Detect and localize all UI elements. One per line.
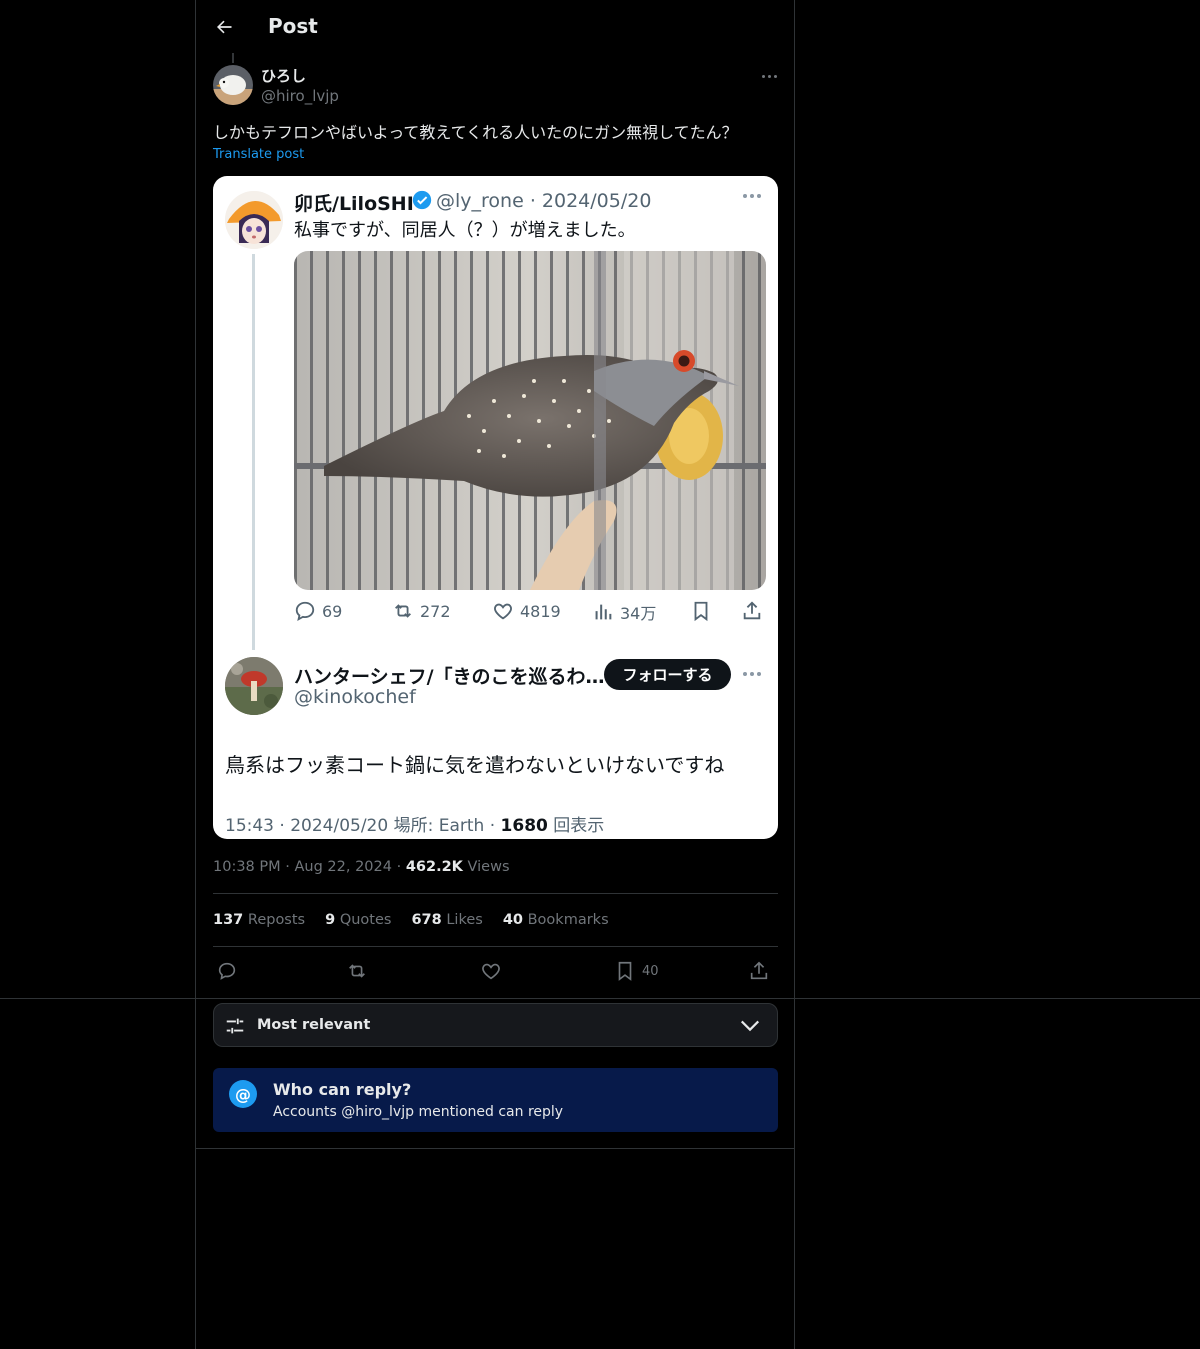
translate-post-link[interactable]: Translate post: [213, 147, 304, 162]
chevron-down-icon: [740, 1020, 760, 1032]
follow-button-image: フォローする: [604, 659, 731, 690]
divider: [0, 998, 1200, 999]
verified-badge-icon: [412, 190, 432, 210]
heart-icon: [482, 963, 500, 980]
author-name[interactable]: ひろし: [261, 65, 306, 86]
quoted-likes-count: 4819: [520, 601, 561, 621]
share-icon: [743, 601, 761, 620]
page-title: Post: [268, 14, 318, 38]
post-text: しかもテフロンやばいよって教えてくれる人いたのにガン無視してたん？: [213, 123, 738, 142]
action-bar: 40: [213, 958, 778, 984]
likes-label: Likes: [446, 912, 483, 928]
likes-count: 678: [411, 912, 442, 928]
likes-stat[interactable]: 678 Likes: [411, 912, 482, 928]
bookmark-count: 40: [642, 963, 659, 979]
quoted-views: 34万: [592, 600, 656, 624]
author-handle[interactable]: @hiro_lvjp: [261, 87, 339, 105]
quotes-stat[interactable]: 9 Quotes: [325, 912, 391, 928]
quotes-count: 9: [325, 912, 336, 928]
reply-sort-dropdown[interactable]: Most relevant: [213, 1003, 778, 1047]
more-dot: [761, 74, 765, 78]
bookmark-button[interactable]: 40: [614, 958, 659, 984]
bookmarks-stat[interactable]: 40 Bookmarks: [503, 912, 609, 928]
reply-author-name: ハンターシェフ/「きのこを巡るわ…: [294, 666, 605, 688]
repost-icon: [395, 604, 411, 618]
more-dot: [773, 74, 777, 78]
post-time[interactable]: 10:38 PM: [213, 859, 281, 875]
reposts-label: Reposts: [247, 912, 306, 928]
views-count: 462.2K: [405, 859, 463, 875]
bookmarks-label: Bookmarks: [527, 912, 609, 928]
back-button[interactable]: [208, 11, 240, 43]
quoted-bookmark: [690, 600, 712, 622]
reply-text: 鳥系はフッ素コート鍋に気を遣わないといけないですね: [225, 753, 725, 777]
who-can-reply-title: Who can reply?: [273, 1080, 412, 1099]
reply-avatar: [225, 657, 283, 715]
quoted-replies-count: 69: [322, 601, 343, 621]
quoted-text: 私事ですが、同居人（？）が増えました。: [294, 220, 636, 241]
post-timestamp: 10:38 PM · Aug 22, 2024 · 462.2K Views: [213, 859, 510, 875]
reply-icon: [295, 601, 315, 622]
reply-meta-prefix: 15:43 · 2024/05/20 場所: Earth ·: [225, 816, 501, 836]
who-can-reply-notice: @ Who can reply? Accounts @hiro_lvjp men…: [213, 1068, 778, 1132]
reposts-stat[interactable]: 137 Reposts: [213, 912, 305, 928]
quoted-likes: 4819: [492, 600, 561, 622]
engagement-stats: 137 Reposts 9 Quotes 678 Likes 40 Bookma…: [213, 912, 609, 928]
more-dot: [767, 74, 771, 78]
reposts-count: 137: [213, 912, 244, 928]
quoted-more-icon: [743, 194, 761, 198]
quoted-avatar: [225, 191, 283, 249]
reply-meta-views: 1680: [500, 816, 548, 836]
reply-button[interactable]: [216, 958, 238, 984]
quoted-share: [741, 600, 763, 622]
reply-meta-suffix: 回表示: [547, 816, 605, 836]
quoted-thread-line: [252, 254, 255, 650]
views-label: Views: [467, 859, 510, 875]
quoted-replies: 69: [294, 600, 342, 622]
views-icon: [595, 604, 612, 620]
bookmark-icon: [694, 601, 708, 622]
repost-button[interactable]: [346, 958, 368, 984]
divider: [196, 1148, 794, 1149]
quoted-reposts-count: 272: [420, 601, 451, 621]
more-options-button[interactable]: [758, 66, 780, 86]
main-column: Post ひろし @hiro_lvjp しかもテフロンやばいよって教えてくれる人…: [195, 0, 795, 1349]
quoted-author-name: 卯氏/LiloSHI: [294, 193, 414, 215]
quoted-views-count: 34万: [620, 604, 657, 623]
thread-line: [232, 53, 234, 63]
quoted-reposts: 272: [392, 600, 451, 622]
repost-icon: [349, 964, 365, 978]
sliders-icon: [226, 1018, 244, 1034]
quotes-label: Quotes: [339, 912, 392, 928]
reply-meta: 15:43 · 2024/05/20 場所: Earth · 1680 回表示: [225, 811, 604, 836]
reply-author-handle: @kinokochef: [294, 686, 416, 708]
bookmarks-count: 40: [502, 912, 523, 928]
sort-label: Most relevant: [257, 1017, 371, 1033]
divider: [213, 893, 778, 894]
arrow-left-icon: [217, 20, 232, 34]
heart-icon: [494, 603, 512, 620]
post-image[interactable]: 卯氏/LiloSHI @ly_rone · 2024/05/20 私事ですが、同…: [213, 176, 778, 839]
like-button[interactable]: [480, 958, 502, 984]
mention-icon: @: [229, 1080, 257, 1108]
share-button[interactable]: [748, 958, 770, 984]
quoted-action-bar: 69 272 4819 34万: [294, 600, 766, 624]
reply-more-icon: [743, 672, 761, 676]
share-icon: [750, 961, 768, 980]
quoted-meta: @ly_rone · 2024/05/20: [436, 190, 652, 212]
bookmark-icon: [618, 961, 632, 981]
top-bar: Post: [196, 0, 794, 54]
reply-icon: [218, 962, 236, 980]
bird-photo: [294, 251, 766, 590]
post-date[interactable]: Aug 22, 2024: [294, 859, 392, 875]
author-avatar[interactable]: [213, 65, 253, 105]
divider: [213, 946, 778, 947]
who-can-reply-subtitle: Accounts @hiro_lvjp mentioned can reply: [273, 1104, 564, 1120]
